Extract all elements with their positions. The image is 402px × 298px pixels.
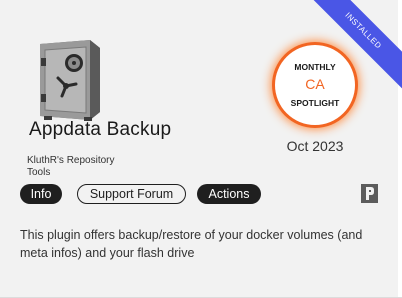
- spotlight-mid-label: CA: [305, 76, 325, 92]
- support-forum-button[interactable]: Support Forum: [77, 184, 186, 204]
- spotlight-date: Oct 2023: [286, 138, 344, 154]
- app-card: Appdata Backup KluthR's Repository Tools…: [0, 0, 402, 298]
- spotlight-top-label: MONTHLY: [294, 62, 336, 72]
- plugin-category: Tools: [27, 167, 51, 178]
- info-button[interactable]: Info: [20, 184, 62, 204]
- card-edge: [398, 0, 402, 297]
- spotlight-badge: MONTHLY CA SPOTLIGHT: [275, 45, 355, 125]
- plugin-title: Appdata Backup: [29, 119, 172, 140]
- actions-button[interactable]: Actions: [197, 184, 261, 204]
- plugin-description: This plugin offers backup/restore of you…: [20, 228, 363, 260]
- plugin-icon: [361, 184, 378, 203]
- spotlight-bottom-label: SPOTLIGHT: [290, 98, 340, 108]
- plugin-author: KluthR's Repository: [27, 155, 115, 166]
- safe-icon: [40, 40, 100, 121]
